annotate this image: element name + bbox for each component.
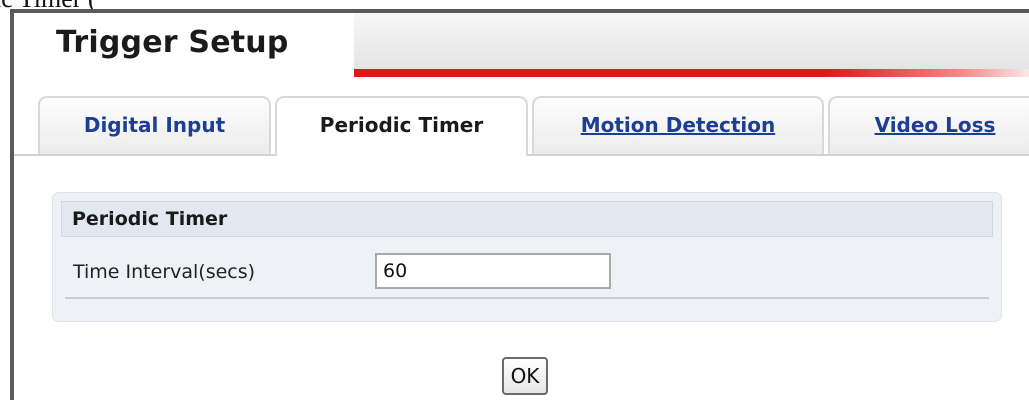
time-interval-label: Time Interval(secs) [73, 261, 256, 283]
panel-header: Periodic Timer [61, 201, 993, 237]
page-title: Trigger Setup [56, 25, 289, 60]
tab-label: Digital Input [83, 113, 226, 137]
tab-video-loss[interactable]: Video Loss [828, 96, 1029, 154]
ok-button[interactable]: OK [502, 357, 548, 395]
header-band [354, 13, 1029, 69]
periodic-timer-panel: Periodic Timer Time Interval(secs) [52, 192, 1002, 322]
tab-label: Periodic Timer [319, 113, 484, 137]
tab-strip: Digital Input Periodic Timer Motion Dete… [14, 96, 1029, 156]
panel-title: Periodic Timer [72, 208, 228, 230]
time-interval-input[interactable] [375, 253, 611, 289]
row-divider [65, 297, 989, 299]
tab-motion-detection[interactable]: Motion Detection [532, 96, 824, 154]
tab-digital-input[interactable]: Digital Input [38, 96, 271, 154]
tab-label: Video Loss [874, 113, 996, 137]
tab-label: Motion Detection [580, 113, 776, 137]
tab-periodic-timer[interactable]: Periodic Timer [275, 96, 528, 156]
header-accent-line [354, 69, 1029, 77]
